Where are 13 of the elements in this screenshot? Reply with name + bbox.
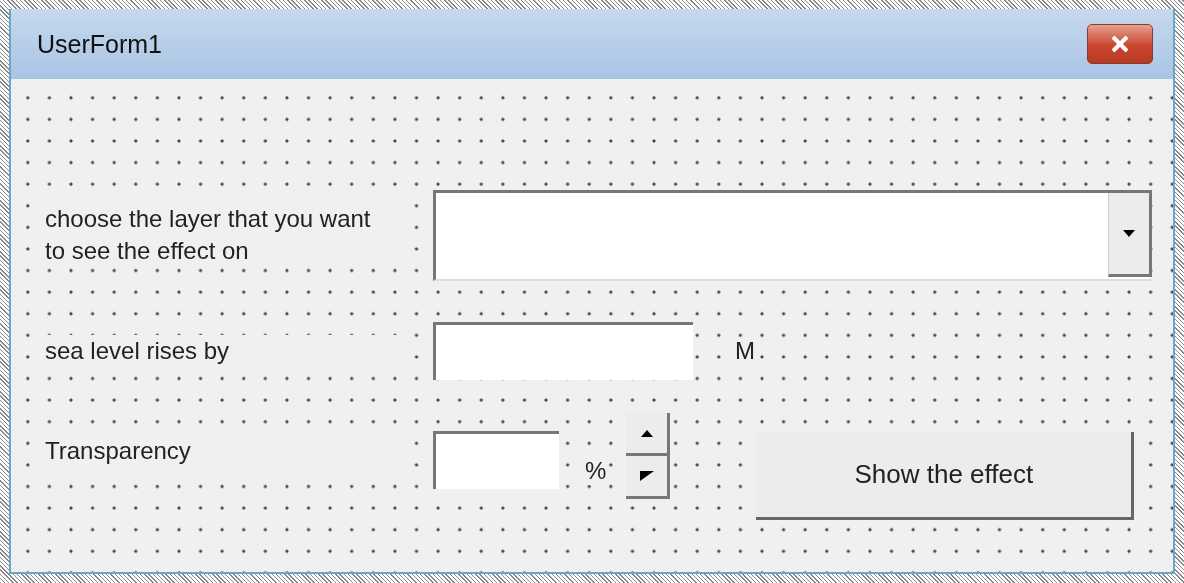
window-title: UserForm1 bbox=[37, 29, 162, 59]
down-arrow-icon bbox=[639, 471, 654, 481]
spin-down-button[interactable] bbox=[626, 456, 671, 499]
close-button[interactable] bbox=[1087, 24, 1153, 64]
input-field[interactable] bbox=[433, 431, 559, 489]
spin-up-button[interactable] bbox=[626, 413, 671, 456]
show-effect-button[interactable]: Show the effect bbox=[756, 432, 1135, 520]
input-field[interactable] bbox=[433, 322, 693, 380]
dropdown-field[interactable] bbox=[433, 189, 1152, 281]
caret-icon bbox=[1122, 228, 1136, 238]
close-icon bbox=[1109, 35, 1131, 53]
up-arrow-icon bbox=[639, 428, 654, 438]
dropdown-button[interactable] bbox=[1108, 192, 1152, 277]
